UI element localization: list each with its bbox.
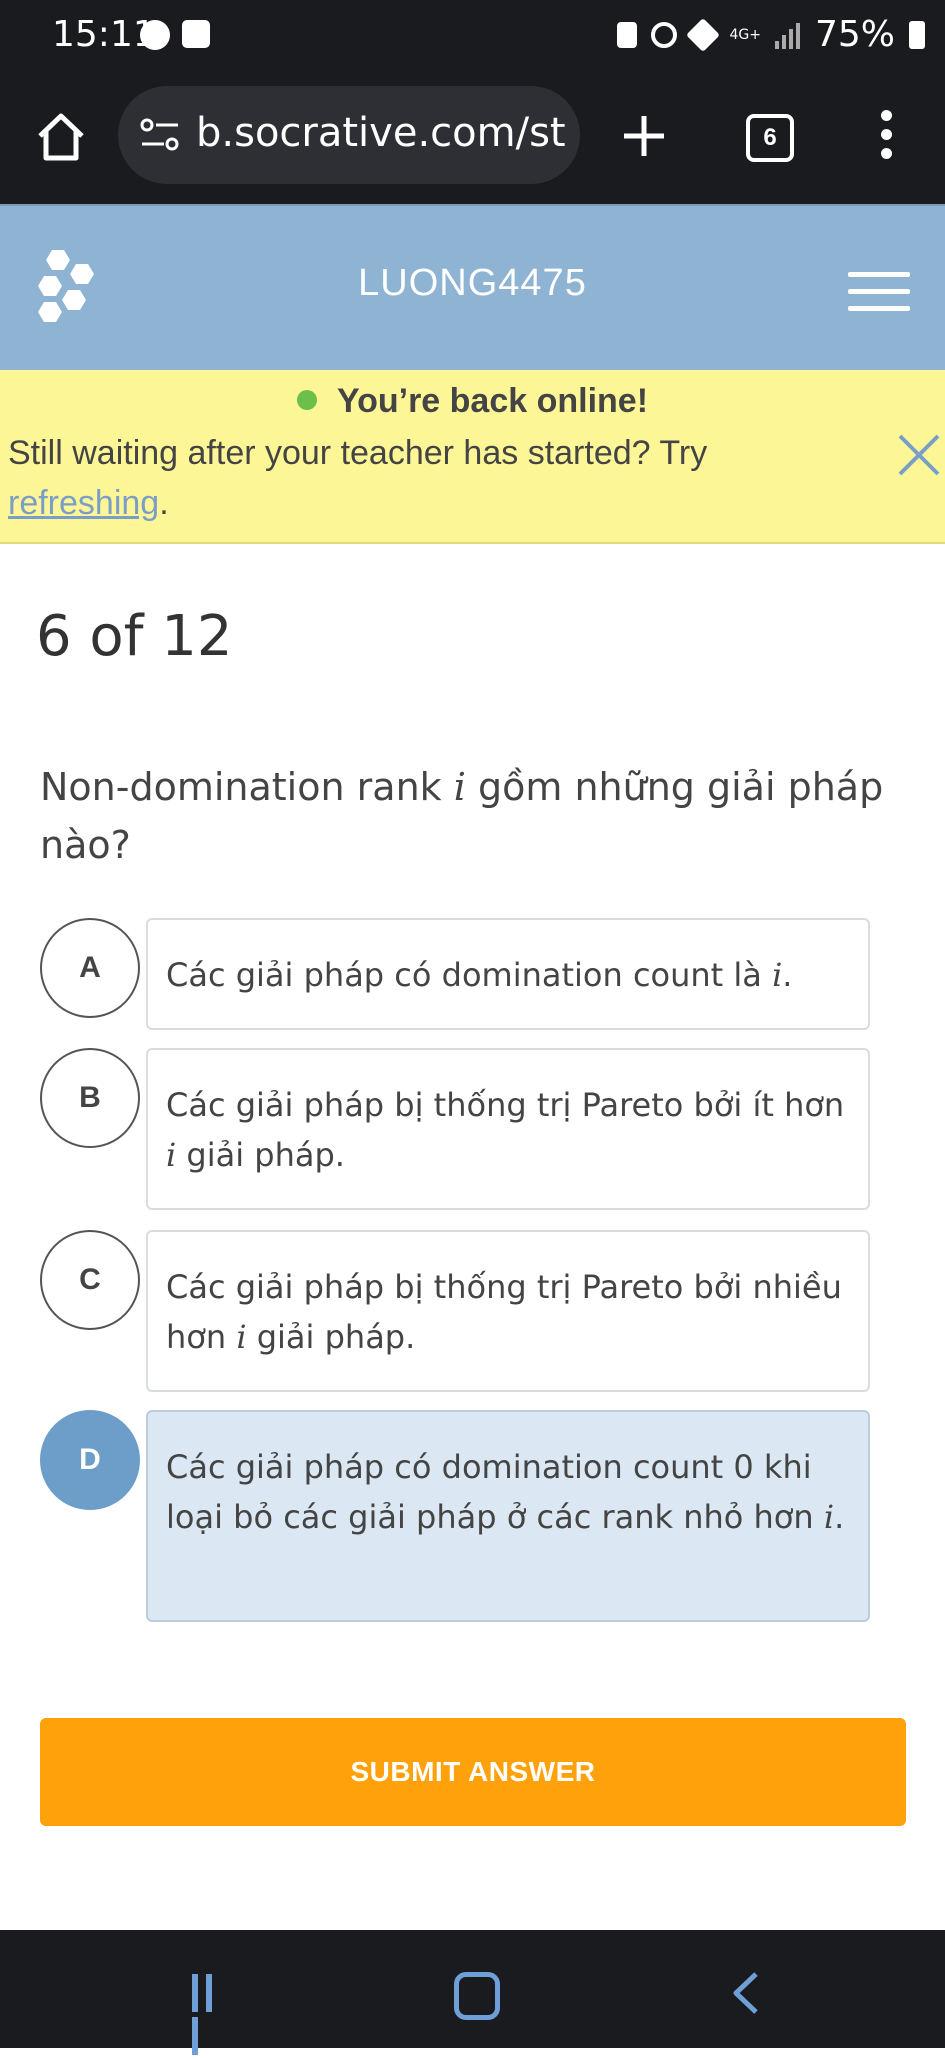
messenger-icon: [140, 20, 170, 50]
room-name: LUONG4475: [358, 262, 587, 304]
option-letter[interactable]: A: [40, 918, 140, 1018]
home-icon[interactable]: [34, 110, 88, 164]
option-text[interactable]: Các giải pháp có domination count là i.: [146, 918, 870, 1030]
back-icon[interactable]: [726, 1970, 766, 2016]
site-settings-icon[interactable]: [140, 116, 180, 154]
mute-icon: [686, 17, 721, 52]
option-text[interactable]: Các giải pháp bị thống trị Pareto bởi ít…: [146, 1048, 870, 1210]
banner-title: You’re back online!: [0, 382, 945, 421]
battery-icon: [909, 20, 925, 49]
status-bar: 15:11 4G+ 75%: [0, 0, 945, 72]
tab-switcher-button[interactable]: 6: [746, 114, 794, 162]
more-menu-icon[interactable]: [876, 110, 896, 166]
online-banner: You’re back online! Still waiting after …: [0, 370, 945, 544]
url-bar[interactable]: b.socrative.com/st: [118, 86, 580, 184]
url-text[interactable]: b.socrative.com/st: [196, 110, 570, 156]
recents-icon[interactable]: [192, 1974, 228, 2055]
question-text: Non-domination rank i gồm những giải phá…: [40, 765, 884, 867]
banner-message: Still waiting after your teacher has sta…: [8, 434, 708, 522]
hamburger-menu-icon[interactable]: [848, 272, 910, 314]
option-letter[interactable]: C: [40, 1230, 140, 1330]
online-status-icon: [296, 390, 317, 411]
option-letter[interactable]: D: [40, 1410, 140, 1510]
alarm-icon: [651, 21, 678, 48]
lock-icon: [617, 21, 638, 48]
option-text[interactable]: Các giải pháp bị thống trị Pareto bởi nh…: [146, 1230, 870, 1392]
close-icon[interactable]: [896, 432, 942, 478]
gallery-icon: [182, 20, 210, 48]
option-text[interactable]: Các giải pháp có domination count 0 khi …: [146, 1410, 870, 1622]
status-right: 4G+ 75%: [617, 14, 925, 55]
refresh-link[interactable]: refreshing: [8, 484, 159, 522]
app-header: LUONG4475: [0, 204, 945, 372]
option-letter[interactable]: B: [40, 1048, 140, 1148]
battery-percent: 75%: [814, 14, 895, 55]
system-nav-bar: [0, 1930, 945, 2055]
signal-icon: [774, 21, 801, 49]
network-type: 4G+: [729, 26, 761, 43]
new-tab-icon[interactable]: [620, 112, 668, 160]
home-nav-icon[interactable]: [454, 1972, 500, 2020]
question-progress: 6 of 12: [36, 604, 233, 669]
browser-toolbar: b.socrative.com/st 6: [0, 72, 945, 204]
submit-answer-button[interactable]: SUBMIT ANSWER: [40, 1718, 906, 1826]
